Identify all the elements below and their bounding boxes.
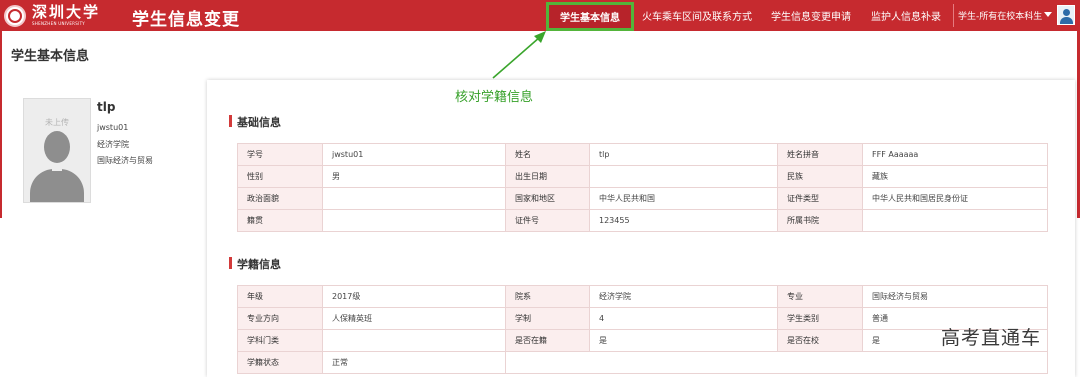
annotation-label: 核对学籍信息	[455, 90, 534, 105]
watermark: 高考直通车	[941, 327, 1042, 349]
annotation-arrow-icon	[492, 31, 546, 79]
